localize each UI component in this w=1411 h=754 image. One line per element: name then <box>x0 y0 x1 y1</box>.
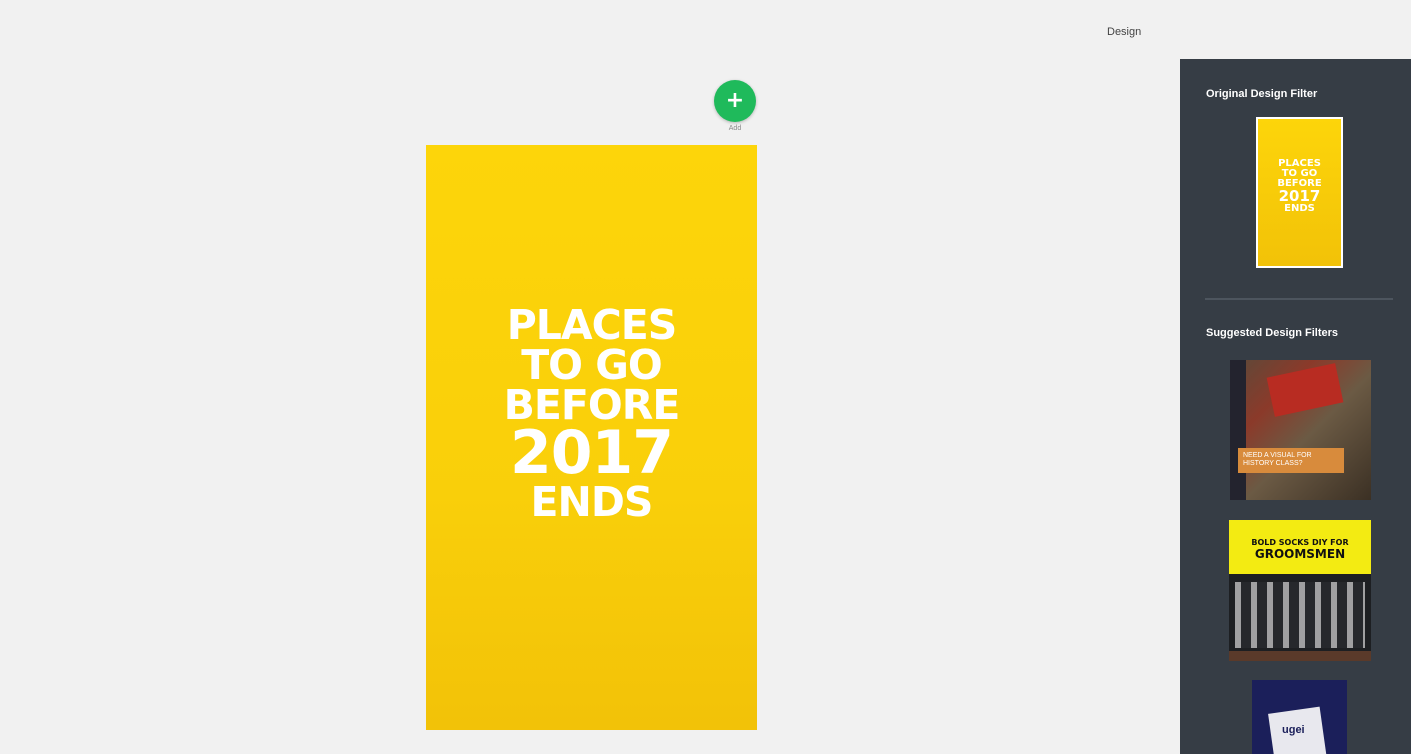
suggested-filter-history[interactable]: NEED A VISUAL FOR HISTORY CLASS? <box>1230 360 1371 500</box>
panel-divider <box>1205 298 1393 300</box>
suggested-filters-title: Suggested Design Filters <box>1206 327 1339 339</box>
filter-caption: NEED A VISUAL FOR HISTORY CLASS? <box>1238 448 1344 473</box>
headline-line: 2017 <box>509 418 674 489</box>
filter-stripe <box>1230 360 1246 500</box>
canvas-headline[interactable]: PLACES TO GO BEFORE 2017 ENDS <box>504 300 681 527</box>
add-button[interactable]: + <box>714 80 756 122</box>
headline-line: TO GO <box>521 340 663 389</box>
painting-figure <box>1266 363 1344 417</box>
design-tab-label[interactable]: Design <box>1107 26 1141 38</box>
thumb-line: ENDS <box>1284 203 1315 214</box>
add-control: + Add <box>713 80 757 132</box>
headline-line: PLACES <box>506 300 678 349</box>
thumb-line: 2017 <box>1278 187 1321 205</box>
add-label: Add <box>728 125 742 132</box>
original-design-thumbnail[interactable]: PLACES TO GO BEFORE 2017 ENDS <box>1256 117 1343 268</box>
original-filter-title: Original Design Filter <box>1206 88 1318 100</box>
filter-banner-line2: GROOMSMEN <box>1254 547 1346 561</box>
filter-caption: ugei <box>1282 724 1305 736</box>
design-filter-panel: Original Design Filter PLACES TO GO BEFO… <box>1180 59 1411 754</box>
design-canvas[interactable]: PLACES TO GO BEFORE 2017 ENDS <box>426 145 757 730</box>
thumbnail-headline: PLACES TO GO BEFORE 2017 ENDS <box>1277 159 1321 214</box>
headline-line: ENDS <box>530 478 654 527</box>
filter-photo <box>1235 582 1365 648</box>
filter-banner: BOLD SOCKS DIY FOR GROOMSMEN <box>1229 520 1371 574</box>
filter-banner-line1: BOLD SOCKS DIY FOR <box>1251 538 1349 547</box>
plus-icon: + <box>725 88 745 113</box>
suggested-filter-groomsmen[interactable]: BOLD SOCKS DIY FOR GROOMSMEN <box>1229 520 1371 661</box>
filter-floor <box>1229 651 1371 661</box>
suggested-filter-third[interactable]: ugei <box>1252 680 1347 754</box>
